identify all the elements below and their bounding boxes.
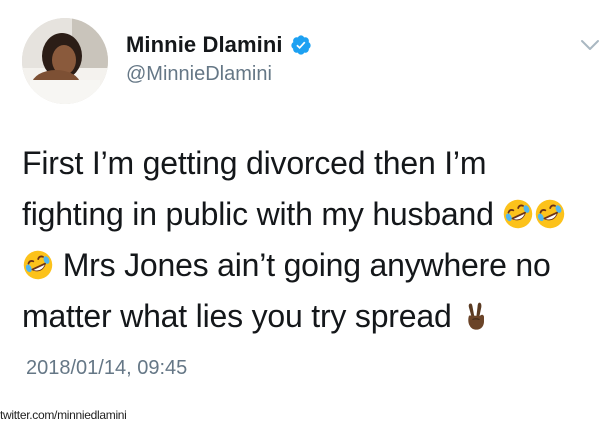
tweet-card: Minnie Dlamini @MinnieDlamini First I’m … — [0, 0, 611, 428]
source-watermark: twitter.com/minniedlamini — [0, 408, 127, 422]
tweet-text-line: matter what lies you try spread — [22, 291, 602, 342]
user-name-row: Minnie Dlamini — [126, 32, 312, 58]
rofl-emoji — [536, 199, 565, 229]
victory-hand-emoji — [468, 302, 485, 330]
tweet-text-line: fighting in public with my husband — [22, 189, 602, 240]
verified-badge-icon — [291, 35, 311, 55]
tweet-text-line: First I’m getting divorced then I’m — [22, 138, 602, 189]
rofl-emoji — [504, 199, 533, 229]
tweet-text-segment: Mrs Jones ain’t going anywhere no — [54, 247, 551, 283]
tweet-timestamp[interactable]: 2018/01/14, 09:45 — [26, 357, 187, 380]
tweet-text-line: Mrs Jones ain’t going anywhere no — [22, 240, 602, 291]
rofl-emoji — [23, 250, 53, 280]
avatar[interactable] — [22, 18, 108, 104]
tweet-text-segment: First I’m getting divorced then I’m — [22, 145, 487, 181]
tweet-text: First I’m getting divorced then I’m figh… — [22, 138, 602, 342]
tweet-text-segment: fighting in public with my husband — [22, 196, 503, 232]
chevron-down-icon[interactable] — [578, 35, 602, 55]
user-handle[interactable]: @MinnieDlamini — [126, 63, 272, 86]
display-name[interactable]: Minnie Dlamini — [126, 32, 283, 58]
tweet-text-segment: matter what lies you try spread — [22, 298, 461, 334]
avatar-photo — [22, 18, 108, 104]
